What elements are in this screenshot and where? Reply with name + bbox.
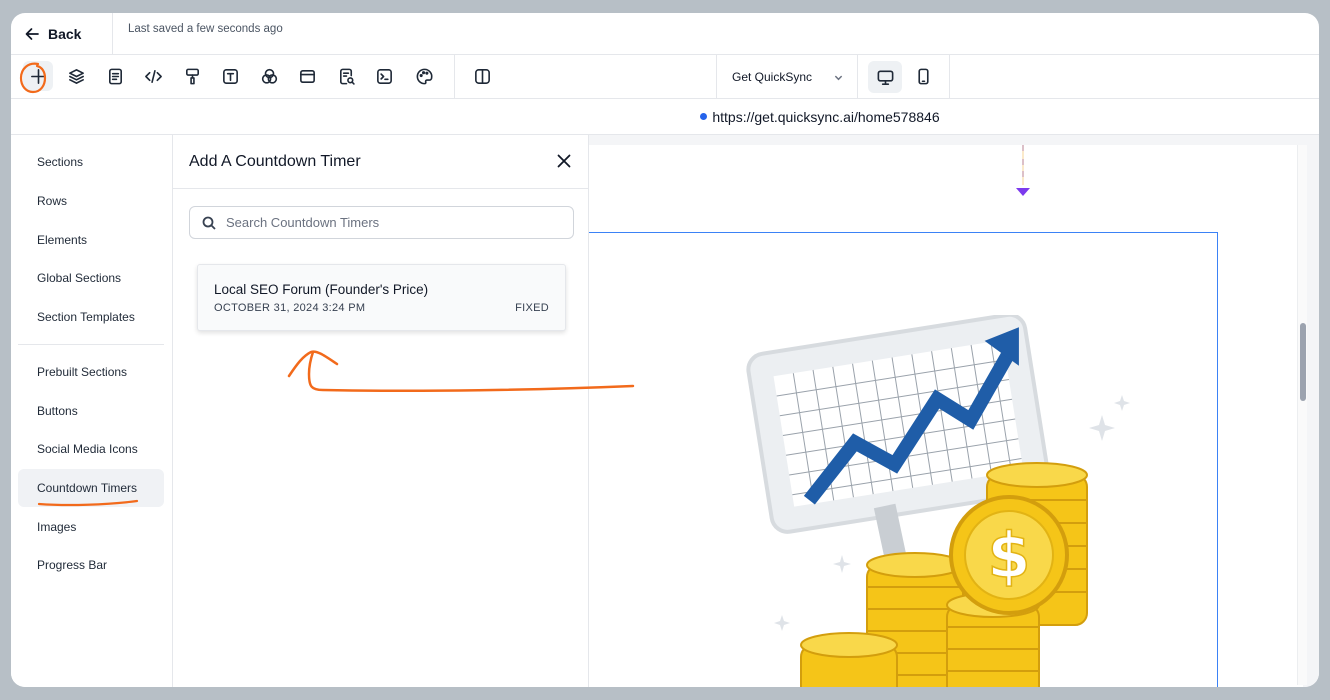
mobile-icon (917, 68, 929, 84)
sidebar-item-elements[interactable]: Elements (18, 221, 164, 259)
element-category-sidebar: Sections Rows Elements Global Sections S… (11, 135, 172, 687)
sidebar-item-global-sections[interactable]: Global Sections (18, 259, 164, 297)
annotation-underline (37, 499, 139, 507)
colors-button[interactable] (254, 61, 284, 91)
text-icon (222, 68, 238, 84)
sidebar-item-sections[interactable]: Sections (18, 143, 164, 181)
layers-button[interactable] (61, 61, 91, 91)
page-preview: $ (589, 145, 1303, 687)
panel-title: Add A Countdown Timer (189, 153, 361, 170)
site-select-dropdown[interactable]: Get QuickSync (717, 55, 857, 99)
sidebar-item-label: Progress Bar (37, 558, 108, 572)
svg-text:$: $ (987, 519, 1030, 592)
url-bar: https://get.quicksync.ai/home578846 (11, 99, 1319, 135)
divider (18, 344, 164, 345)
divider (949, 55, 950, 99)
arrow-left-icon (25, 28, 39, 40)
countdown-timer-panel: Add A Countdown Timer Local SEO Forum (F… (172, 135, 589, 687)
seo-document-icon (339, 68, 355, 85)
save-status: Last saved a few seconds ago (128, 23, 283, 35)
desktop-view-button[interactable] (868, 61, 902, 93)
sidebar-item-label: Social Media Icons (37, 442, 138, 456)
popup-button[interactable] (292, 61, 322, 91)
color-circles-icon (261, 68, 277, 84)
divider (112, 13, 113, 55)
back-label: Back (48, 26, 82, 42)
sidebar-item-label: Elements (37, 233, 88, 247)
sidebar-item-label: Global Sections (37, 271, 122, 285)
pages-button[interactable] (100, 61, 130, 91)
page-canvas: $ (589, 135, 1319, 687)
toolbar: Get QuickSync (11, 55, 1319, 99)
sidebar-item-progress-bar[interactable]: Progress Bar (18, 546, 164, 584)
search-icon (202, 216, 216, 230)
code-button[interactable] (138, 61, 168, 91)
plus-icon (30, 68, 46, 84)
document-icon (108, 68, 122, 84)
columns-icon (474, 68, 490, 84)
chevron-down-icon (834, 75, 843, 80)
top-bar: Back Last saved a few seconds ago (11, 13, 1319, 55)
timer-name: Local SEO Forum (Founder's Price) (214, 282, 429, 297)
sidebar-item-label: Sections (37, 155, 84, 169)
close-icon (557, 154, 571, 168)
close-panel-button[interactable] (556, 153, 572, 169)
seo-settings-button[interactable] (331, 61, 361, 91)
paint-roller-icon (185, 68, 199, 84)
sidebar-item-prebuilt-sections[interactable]: Prebuilt Sections (18, 353, 164, 391)
divider (454, 55, 455, 99)
sidebar-item-label: Rows (37, 194, 68, 208)
desktop-icon (877, 70, 893, 85)
search-input[interactable] (226, 215, 546, 230)
growth-chart-illustration: $ (746, 315, 1130, 687)
add-element-button[interactable] (23, 61, 53, 91)
layers-icon (68, 68, 84, 84)
page-url[interactable]: https://get.quicksync.ai/home578846 (712, 109, 939, 125)
palette-icon (416, 68, 432, 84)
sidebar-item-social-media-icons[interactable]: Social Media Icons (18, 430, 164, 468)
sidebar-item-buttons[interactable]: Buttons (18, 392, 164, 430)
scrollbar-thumb[interactable] (1300, 323, 1306, 401)
code-icon (144, 69, 162, 83)
app-window: Back Last saved a few seconds ago Get Qu… (11, 13, 1319, 687)
countdown-timer-card[interactable]: Local SEO Forum (Founder's Price) OCTOBE… (197, 264, 566, 331)
panel-header: Add A Countdown Timer (173, 135, 588, 189)
status-dot (700, 113, 708, 120)
search-box[interactable] (189, 206, 574, 239)
terminal-icon (376, 68, 392, 84)
site-select-label: Get QuickSync (732, 70, 813, 84)
sidebar-item-section-templates[interactable]: Section Templates (18, 298, 164, 336)
sidebar-item-label: Buttons (37, 404, 78, 418)
theme-button[interactable] (409, 61, 439, 91)
sidebar-item-label: Prebuilt Sections (37, 365, 128, 379)
sidebar-item-label: Images (37, 520, 77, 534)
sidebar-item-label: Section Templates (37, 310, 135, 324)
divider (857, 55, 858, 99)
timer-type-badge: FIXED (515, 302, 549, 314)
typography-button[interactable] (215, 61, 245, 91)
canvas-scrollbar[interactable] (1297, 145, 1307, 685)
sidebar-item-images[interactable]: Images (18, 508, 164, 546)
sidebar-item-label: Countdown Timers (37, 481, 138, 495)
mobile-view-button[interactable] (908, 61, 938, 91)
timer-date: OCTOBER 31, 2024 3:24 PM (214, 302, 366, 314)
back-button[interactable]: Back (25, 21, 81, 47)
drop-indicator (1016, 145, 1030, 196)
sidebar-item-rows[interactable]: Rows (18, 182, 164, 220)
window-icon (299, 69, 315, 83)
tracking-code-button[interactable] (369, 61, 399, 91)
split-view-button[interactable] (467, 61, 497, 91)
styles-button[interactable] (177, 61, 207, 91)
